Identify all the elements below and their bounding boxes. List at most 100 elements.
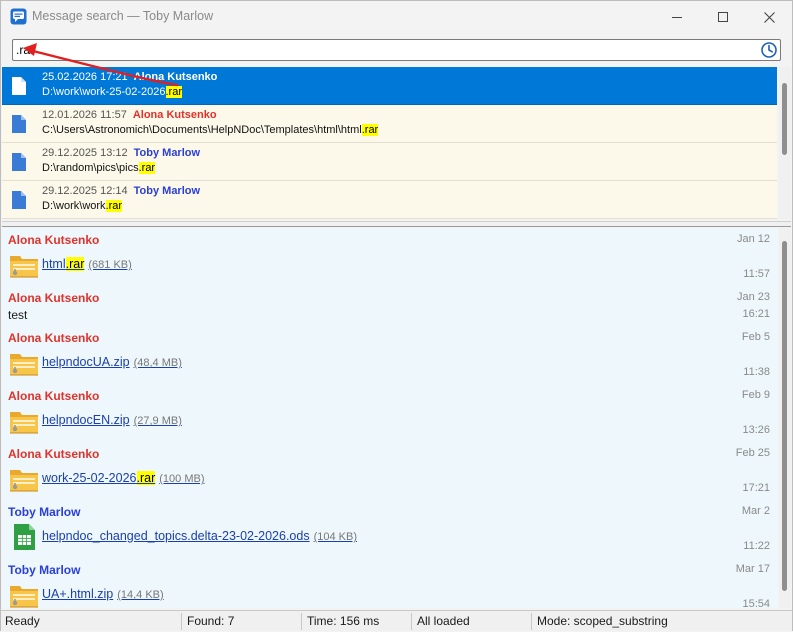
- result-path-text: D:\random\pics\pics: [42, 162, 139, 174]
- attachment-link[interactable]: helpndoc_changed_topics.delta-23-02-2026…: [42, 529, 357, 543]
- file-icon: [12, 77, 26, 95]
- attachment-size: (27,9 MB): [133, 415, 182, 427]
- attachment-name: helpndocUA.zip: [42, 355, 130, 369]
- messages-scrollbar-thumb[interactable]: [782, 241, 787, 591]
- message-item: Toby Marlow Mar 17 UA+.html.zip (14,4 KB) 15…: [2, 558, 778, 608]
- attachment-size: (100 MB): [159, 473, 205, 485]
- message-history-pane[interactable]: Alona Kutsenko Jan 12 html.rar (681 KB) 11:5…: [2, 228, 778, 608]
- result-date: 25.02.2026 17:21: [42, 71, 128, 83]
- results-scrollbar-thumb[interactable]: [782, 83, 787, 155]
- attachment-size: (104 KB): [313, 531, 357, 543]
- attachment-name: helpndoc_changed_topics.delta-23-02-2026…: [42, 529, 310, 543]
- message-item: Toby Marlow Mar 2 helpndoc_changed_topics.…: [2, 500, 778, 558]
- result-path: C:\Users\Astronomich\Documents\HelpNDoc\…: [42, 124, 379, 136]
- result-meta: 29.12.2025 12:14 Toby Marlow: [42, 185, 200, 197]
- message-text: test: [8, 308, 28, 322]
- result-author: Alona Kutsenko: [132, 109, 217, 121]
- message-time: 17:21: [742, 482, 770, 494]
- app-icon: [10, 8, 27, 25]
- message-item: Alona Kutsenko Feb 9 helpndocEN.zip (27,9 M…: [2, 384, 778, 442]
- result-path-match: .rar: [361, 124, 379, 136]
- attachment-name: helpndocEN.zip: [42, 413, 130, 427]
- result-date: 12.01.2026 11:57: [42, 109, 127, 121]
- result-row[interactable]: 25.02.2026 17:21 Alona Kutsenko D:\work\wo…: [2, 67, 777, 105]
- spreadsheet-icon: [14, 524, 35, 550]
- message-sender: Alona Kutsenko: [8, 447, 100, 461]
- result-meta: 12.01.2026 11:57 Alona Kutsenko: [42, 109, 217, 121]
- minimize-button[interactable]: [654, 1, 700, 33]
- pane-splitter[interactable]: [2, 221, 791, 227]
- result-author: Alona Kutsenko: [133, 71, 218, 83]
- file-icon: [12, 115, 26, 133]
- file-icon: [12, 191, 26, 209]
- file-icon: [12, 153, 26, 171]
- message-item: Alona Kutsenko Jan 12 html.rar (681 KB) 11:5…: [2, 228, 778, 286]
- status-loaded: All loaded: [413, 613, 532, 630]
- status-found: Found: 7: [183, 613, 302, 630]
- minimize-icon: [672, 17, 682, 18]
- attachment-link[interactable]: html.rar (681 KB): [42, 257, 132, 271]
- result-date: 29.12.2025 13:12: [42, 147, 128, 159]
- attachment-match: .rar: [136, 471, 156, 485]
- result-row[interactable]: 29.12.2025 12:14 Toby Marlow D:\work\work.…: [2, 181, 777, 219]
- archive-folder-icon: [10, 412, 38, 434]
- message-date: Feb 9: [741, 389, 770, 401]
- attachment-name: html: [42, 257, 66, 271]
- message-item: Alona Kutsenko Feb 25 work-25-02-2026.rar(…: [2, 442, 778, 500]
- result-path-match: .rar: [165, 86, 182, 98]
- attachment-link[interactable]: UA+.html.zip (14,4 KB): [42, 587, 164, 601]
- search-results-list[interactable]: 25.02.2026 17:21 Alona Kutsenko D:\work\wo…: [2, 67, 777, 219]
- message-time: 15:54: [742, 598, 770, 608]
- message-date: Feb 5: [741, 331, 770, 343]
- result-path-text: C:\Users\Astronomich\Documents\HelpNDoc\…: [42, 124, 362, 136]
- history-icon[interactable]: [760, 41, 778, 59]
- attachment-link[interactable]: helpndocUA.zip (48,4 MB): [42, 355, 182, 369]
- message-date: Feb 25: [735, 447, 770, 459]
- attachment-match: .rar: [65, 257, 85, 271]
- close-icon: [763, 11, 775, 23]
- message-date: Mar 2: [741, 505, 770, 517]
- message-item: Alona Kutsenko Feb 5 helpndocUA.zip (48,4 M…: [2, 326, 778, 384]
- result-path: D:\work\work-25-02-2026.rar: [42, 86, 182, 98]
- attachment-name: UA+.html.zip: [42, 587, 114, 601]
- message-date: Jan 12: [736, 233, 770, 245]
- search-box[interactable]: [12, 39, 781, 61]
- attachment-link[interactable]: helpndocEN.zip (27,9 MB): [42, 413, 182, 427]
- message-item: Alona Kutsenko Jan 23 test 16:21: [2, 286, 778, 326]
- archive-folder-icon: [10, 256, 38, 278]
- status-mode: Mode: scoped_substring: [537, 614, 668, 628]
- result-row[interactable]: 12.01.2026 11:57 Alona Kutsenko C:\Users\A…: [2, 105, 777, 143]
- status-bar: Ready Found: 7 Time: 156 ms All loaded M…: [1, 610, 792, 631]
- message-sender: Toby Marlow: [8, 563, 81, 577]
- close-button[interactable]: [746, 1, 792, 33]
- maximize-icon: [718, 12, 728, 22]
- attachment-link[interactable]: work-25-02-2026.rar (100 MB): [42, 471, 205, 485]
- message-time: 11:57: [743, 268, 770, 280]
- message-time: 13:26: [742, 424, 770, 436]
- result-path-text: D:\work\work: [42, 200, 106, 212]
- title-bar: Message search — Toby Marlow: [1, 1, 792, 33]
- result-path-match: .rar: [105, 200, 123, 212]
- result-path-text: D:\work\work-25-02-2026: [42, 86, 166, 98]
- result-path: D:\random\pics\pics.rar: [42, 162, 156, 174]
- status-state: Ready: [1, 613, 182, 630]
- search-input[interactable]: [16, 41, 756, 59]
- message-sender: Alona Kutsenko: [8, 233, 100, 247]
- result-row[interactable]: 29.12.2025 13:12 Toby Marlow D:\random\pic…: [2, 143, 777, 181]
- message-sender: Alona Kutsenko: [8, 291, 100, 305]
- message-time: 16:21: [742, 308, 770, 320]
- result-path-match: .rar: [138, 162, 156, 174]
- attachment-name: work-25-02-2026: [42, 471, 137, 485]
- archive-folder-icon: [10, 586, 38, 608]
- attachment-size: (14,4 KB): [117, 589, 164, 601]
- result-author: Toby Marlow: [133, 185, 201, 197]
- result-date: 29.12.2025 12:14: [42, 185, 128, 197]
- result-author: Toby Marlow: [133, 147, 201, 159]
- maximize-button[interactable]: [700, 1, 746, 33]
- status-time: Time: 156 ms: [303, 613, 412, 630]
- message-sender: Alona Kutsenko: [8, 389, 100, 403]
- message-date: Jan 23: [736, 291, 770, 303]
- attachment-size: (681 KB): [88, 259, 132, 271]
- window-title: Message search — Toby Marlow: [32, 9, 214, 23]
- result-path: D:\work\work.rar: [42, 200, 123, 212]
